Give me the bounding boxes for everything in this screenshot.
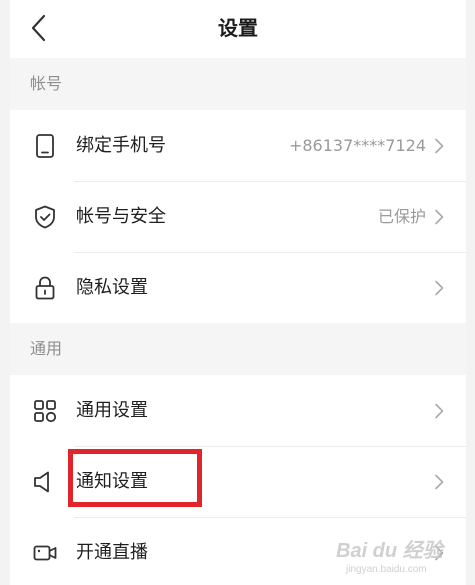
chevron-right-icon [435, 138, 444, 154]
chevron-right-icon [435, 474, 444, 490]
section-label-account: 帐号 [30, 74, 63, 93]
chevron-right-icon [435, 403, 444, 419]
row-label: 通用设置 [76, 400, 148, 421]
right-edge [466, 0, 475, 585]
security-status-value: 已保护 [377, 207, 426, 226]
phone-number-value: +86137****7124 [288, 136, 426, 155]
section-label-general: 通用 [30, 339, 63, 358]
phone-icon [36, 134, 54, 158]
watermark-main: Bai du 经验 [336, 540, 443, 562]
chevron-left-icon [31, 14, 46, 42]
row-privacy-settings[interactable]: 隐私设置 [10, 252, 466, 323]
row-label: 绑定手机号 [76, 135, 166, 156]
chevron-right-icon [435, 280, 444, 296]
row-bind-phone[interactable]: 绑定手机号 +86137****7124 [10, 110, 466, 181]
lock-icon [35, 276, 55, 300]
watermark-sub: jingyan.baidu.com [346, 564, 427, 575]
row-label: 帐号与安全 [76, 206, 166, 227]
left-edge [0, 0, 10, 585]
settings-page: 设置 帐号 绑定手机号 +86137****7124 帐号与安全 已保护 隐私设… [0, 0, 475, 585]
page-title: 设置 [218, 16, 258, 40]
row-account-security[interactable]: 帐号与安全 已保护 [10, 181, 466, 252]
back-button[interactable] [24, 11, 52, 45]
row-label: 通知设置 [76, 471, 148, 492]
video-camera-icon [33, 545, 57, 561]
account-group: 绑定手机号 +86137****7124 帐号与安全 已保护 隐私设置 [10, 110, 466, 323]
row-label: 开通直播 [76, 542, 148, 563]
row-general-settings[interactable]: 通用设置 [10, 375, 466, 446]
header-bar: 设置 [10, 0, 466, 58]
chevron-right-icon [435, 209, 444, 225]
grid-icon [34, 400, 57, 423]
speaker-icon [34, 471, 49, 493]
shield-icon [35, 205, 55, 229]
row-label: 隐私设置 [76, 277, 148, 298]
watermark: Bai du 经验 jingyan.baidu.com [336, 534, 454, 580]
settings-panel: 设置 帐号 绑定手机号 +86137****7124 帐号与安全 已保护 隐私设… [10, 0, 466, 585]
row-notification-settings[interactable]: 通知设置 [10, 446, 466, 517]
